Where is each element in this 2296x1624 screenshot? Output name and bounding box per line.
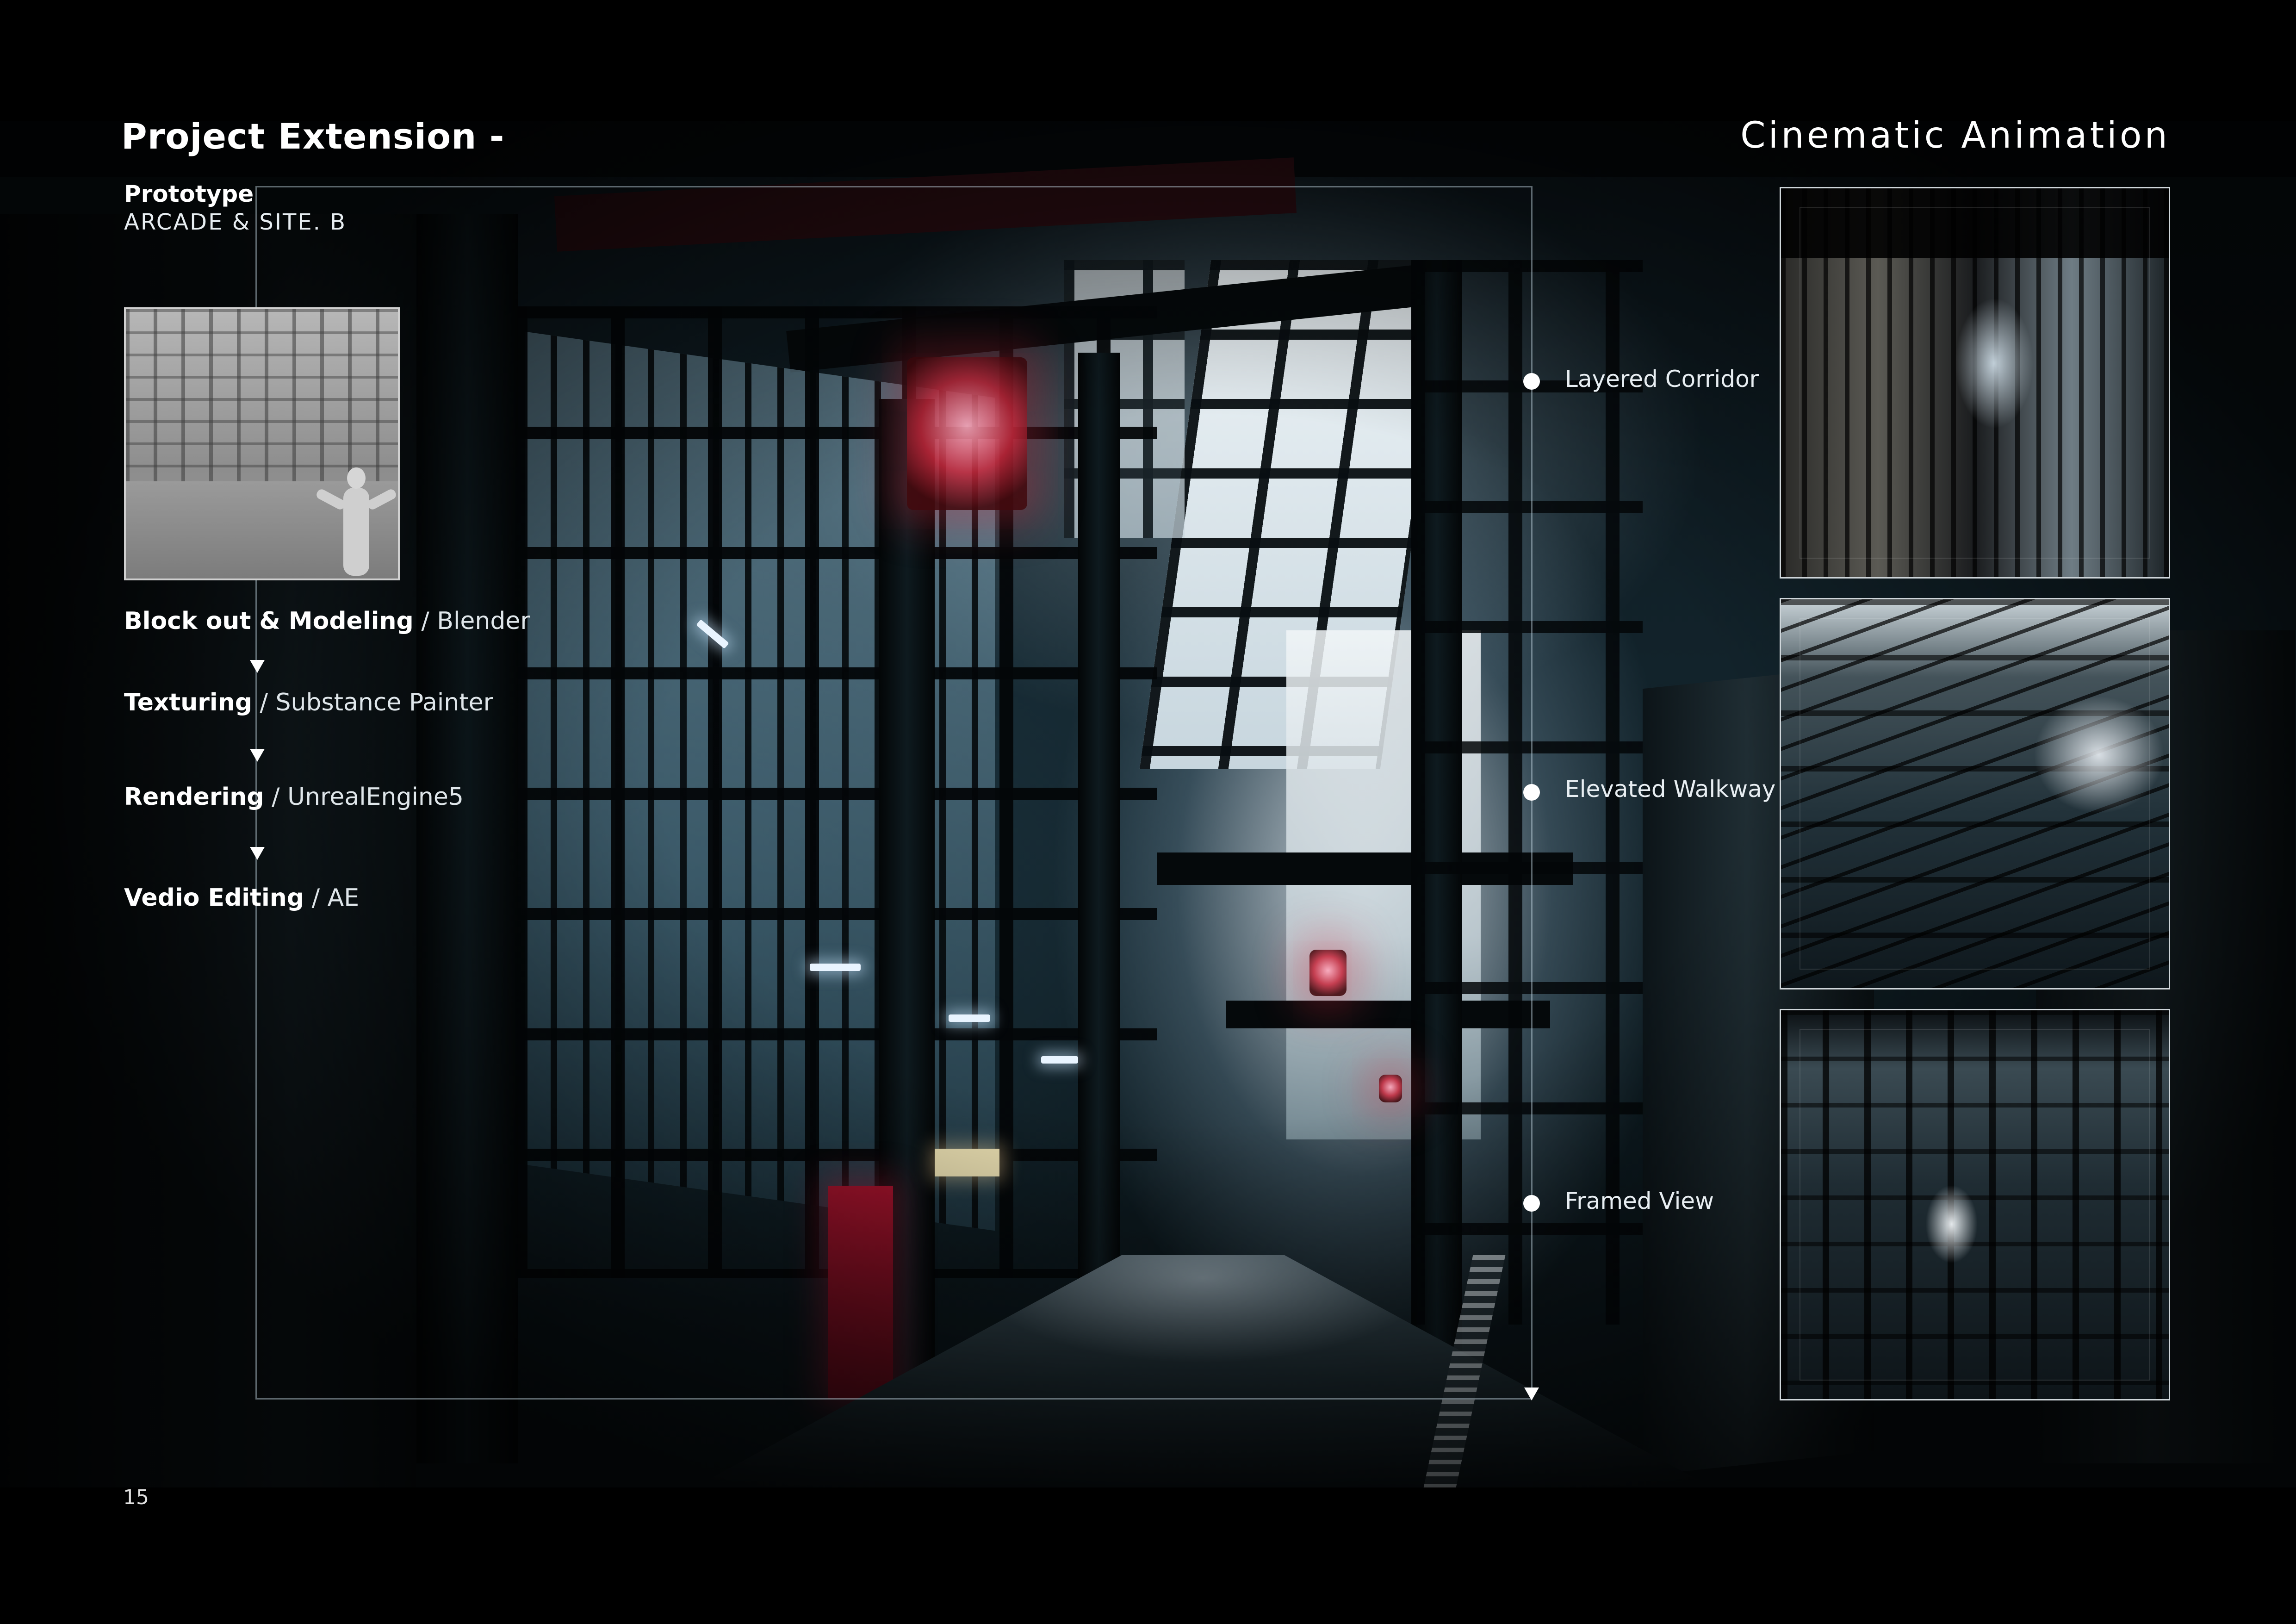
thumbnail-framed-view	[1780, 1009, 2170, 1400]
workflow-step-rendering: Rendering / UnrealEngine5	[124, 783, 464, 811]
page-number: 15	[123, 1486, 149, 1509]
page-title: Project Extension -	[121, 116, 505, 157]
workflow-step-name: Rendering	[124, 783, 264, 811]
thumbnail-inner-frame	[1800, 1029, 2150, 1381]
workflow-step-tool: / UnrealEngine5	[264, 783, 464, 811]
marker-label-layered-corridor: Layered Corridor	[1565, 366, 1759, 392]
mannequin-body	[343, 488, 369, 576]
arrow-down-icon	[1524, 1388, 1539, 1400]
arrow-down-icon	[250, 847, 265, 860]
thumbnail-layered-corridor	[1780, 187, 2170, 579]
dot-icon	[1523, 1195, 1540, 1212]
marker-label-framed-view: Framed View	[1565, 1188, 1714, 1214]
thumbnail-inner-frame	[1800, 618, 2150, 970]
workflow-step-name: Vedio Editing	[124, 884, 304, 912]
prototype-label: Prototype	[124, 180, 254, 207]
workflow-step-texturing: Texturing / Substance Painter	[124, 689, 493, 716]
page-subtitle: Cinematic Animation	[1740, 115, 2170, 156]
arrow-down-icon	[250, 660, 265, 673]
workflow-step-name: Block out & Modeling	[124, 607, 414, 635]
prototype-subtitle: ARCADE & SITE. B	[124, 209, 347, 235]
thumbnail-elevated-walkway	[1780, 598, 2170, 989]
workflow-step-modeling: Block out & Modeling / Blender	[124, 607, 530, 635]
workflow-step-name: Texturing	[124, 689, 252, 716]
portfolio-page: Project Extension - Cinematic Animation …	[0, 0, 2296, 1624]
workflow-step-tool: / Blender	[413, 607, 530, 635]
arrow-down-icon	[250, 749, 265, 762]
thumbnail-inner-frame	[1800, 207, 2150, 559]
mannequin-head	[347, 467, 366, 489]
workflow-step-tool: / AE	[304, 884, 360, 912]
dot-icon	[1523, 784, 1540, 801]
workflow-step-editing: Vedio Editing / AE	[124, 884, 359, 912]
prototype-blockout-image	[124, 307, 400, 580]
dot-icon	[1523, 373, 1540, 390]
workflow-step-tool: / Substance Painter	[252, 689, 493, 716]
marker-label-elevated-walkway: Elevated Walkway	[1565, 776, 1776, 803]
